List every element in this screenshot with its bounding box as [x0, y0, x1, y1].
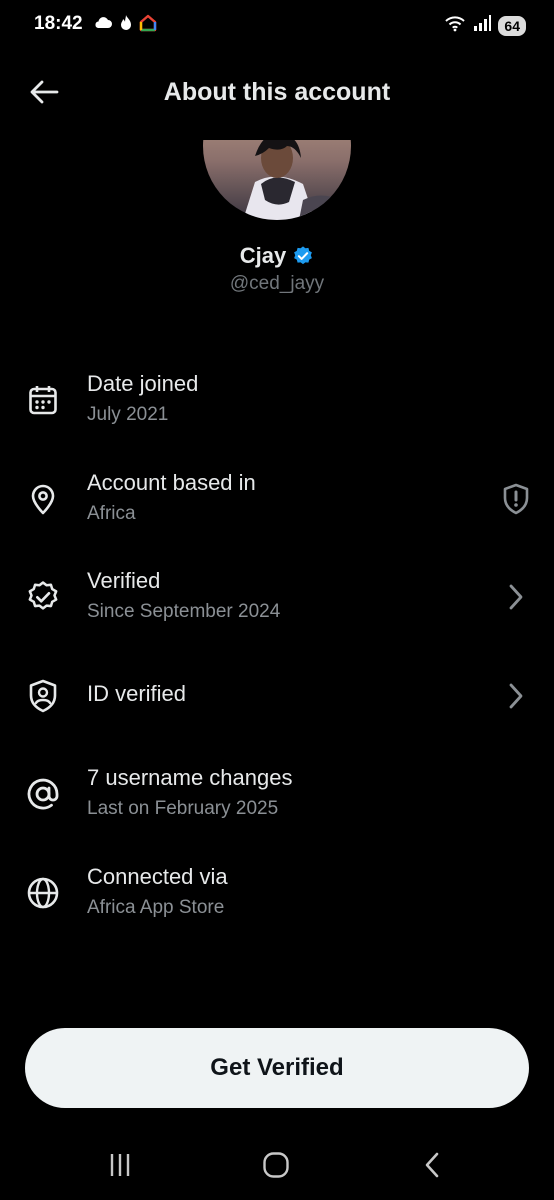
recents-button[interactable]: [100, 1147, 140, 1183]
id-shield-icon: [25, 678, 61, 714]
row-verified[interactable]: Verified Since September 2024: [0, 565, 554, 639]
flame-icon: [119, 14, 133, 37]
profile-handle: @ced_jayy: [229, 273, 325, 294]
recents-icon: [110, 1154, 130, 1176]
home-app-icon: [139, 14, 157, 37]
get-verified-button[interactable]: Get Verified: [25, 1028, 529, 1108]
system-nav-bar: [0, 1135, 554, 1195]
row-subtitle: Last on February 2025: [87, 798, 279, 819]
at-sign-icon: [25, 776, 61, 812]
calendar-icon: [25, 382, 61, 418]
shield-alert-icon[interactable]: [500, 483, 532, 515]
about-account-screen: 18:42 64 About this account Cjay @ced_ja…: [0, 0, 554, 1200]
status-time: 18:42: [34, 13, 83, 34]
page-title: About this account: [163, 78, 391, 106]
row-title: ID verified: [87, 681, 187, 706]
verified-badge-icon: [25, 579, 61, 615]
back-button[interactable]: [26, 76, 62, 108]
nav-back-button[interactable]: [412, 1147, 452, 1183]
row-title: Date joined: [87, 371, 199, 396]
row-subtitle: Since September 2024: [87, 601, 281, 622]
home-icon: [263, 1152, 289, 1178]
profile-name-row: Cjay: [0, 243, 554, 269]
status-bar: 18:42 64: [0, 0, 554, 52]
chevron-right-icon: [500, 680, 532, 712]
globe-icon: [25, 875, 61, 911]
signal-icon: [472, 14, 492, 37]
row-username-changes: 7 username changes Last on February 2025: [0, 762, 554, 836]
cloud-icon: [93, 15, 113, 36]
row-title: Account based in: [87, 470, 256, 495]
home-button[interactable]: [256, 1147, 296, 1183]
row-account-based-in: Account based in Africa: [0, 467, 554, 541]
row-subtitle: Africa App Store: [87, 897, 225, 918]
location-pin-icon: [25, 481, 61, 517]
row-id-verified[interactable]: ID verified: [0, 664, 554, 738]
notification-icons: [93, 14, 157, 37]
row-subtitle: July 2021: [87, 404, 169, 425]
verified-check-icon: [294, 246, 313, 265]
row-date-joined: Date joined July 2021: [0, 368, 554, 442]
profile-name: Cjay: [239, 243, 287, 268]
wifi-icon: [444, 14, 466, 37]
row-title: 7 username changes: [87, 765, 293, 790]
row-connected-via: Connected via Africa App Store: [0, 861, 554, 935]
system-icons: 64: [444, 14, 526, 37]
row-subtitle: Africa: [87, 503, 136, 524]
top-app-bar: About this account: [0, 64, 554, 120]
chevron-right-icon: [500, 581, 532, 613]
back-arrow-icon: [30, 80, 59, 104]
back-icon: [425, 1152, 439, 1178]
battery-icon: 64: [498, 15, 526, 36]
row-title: Verified: [87, 568, 161, 593]
row-title: Connected via: [87, 864, 228, 889]
